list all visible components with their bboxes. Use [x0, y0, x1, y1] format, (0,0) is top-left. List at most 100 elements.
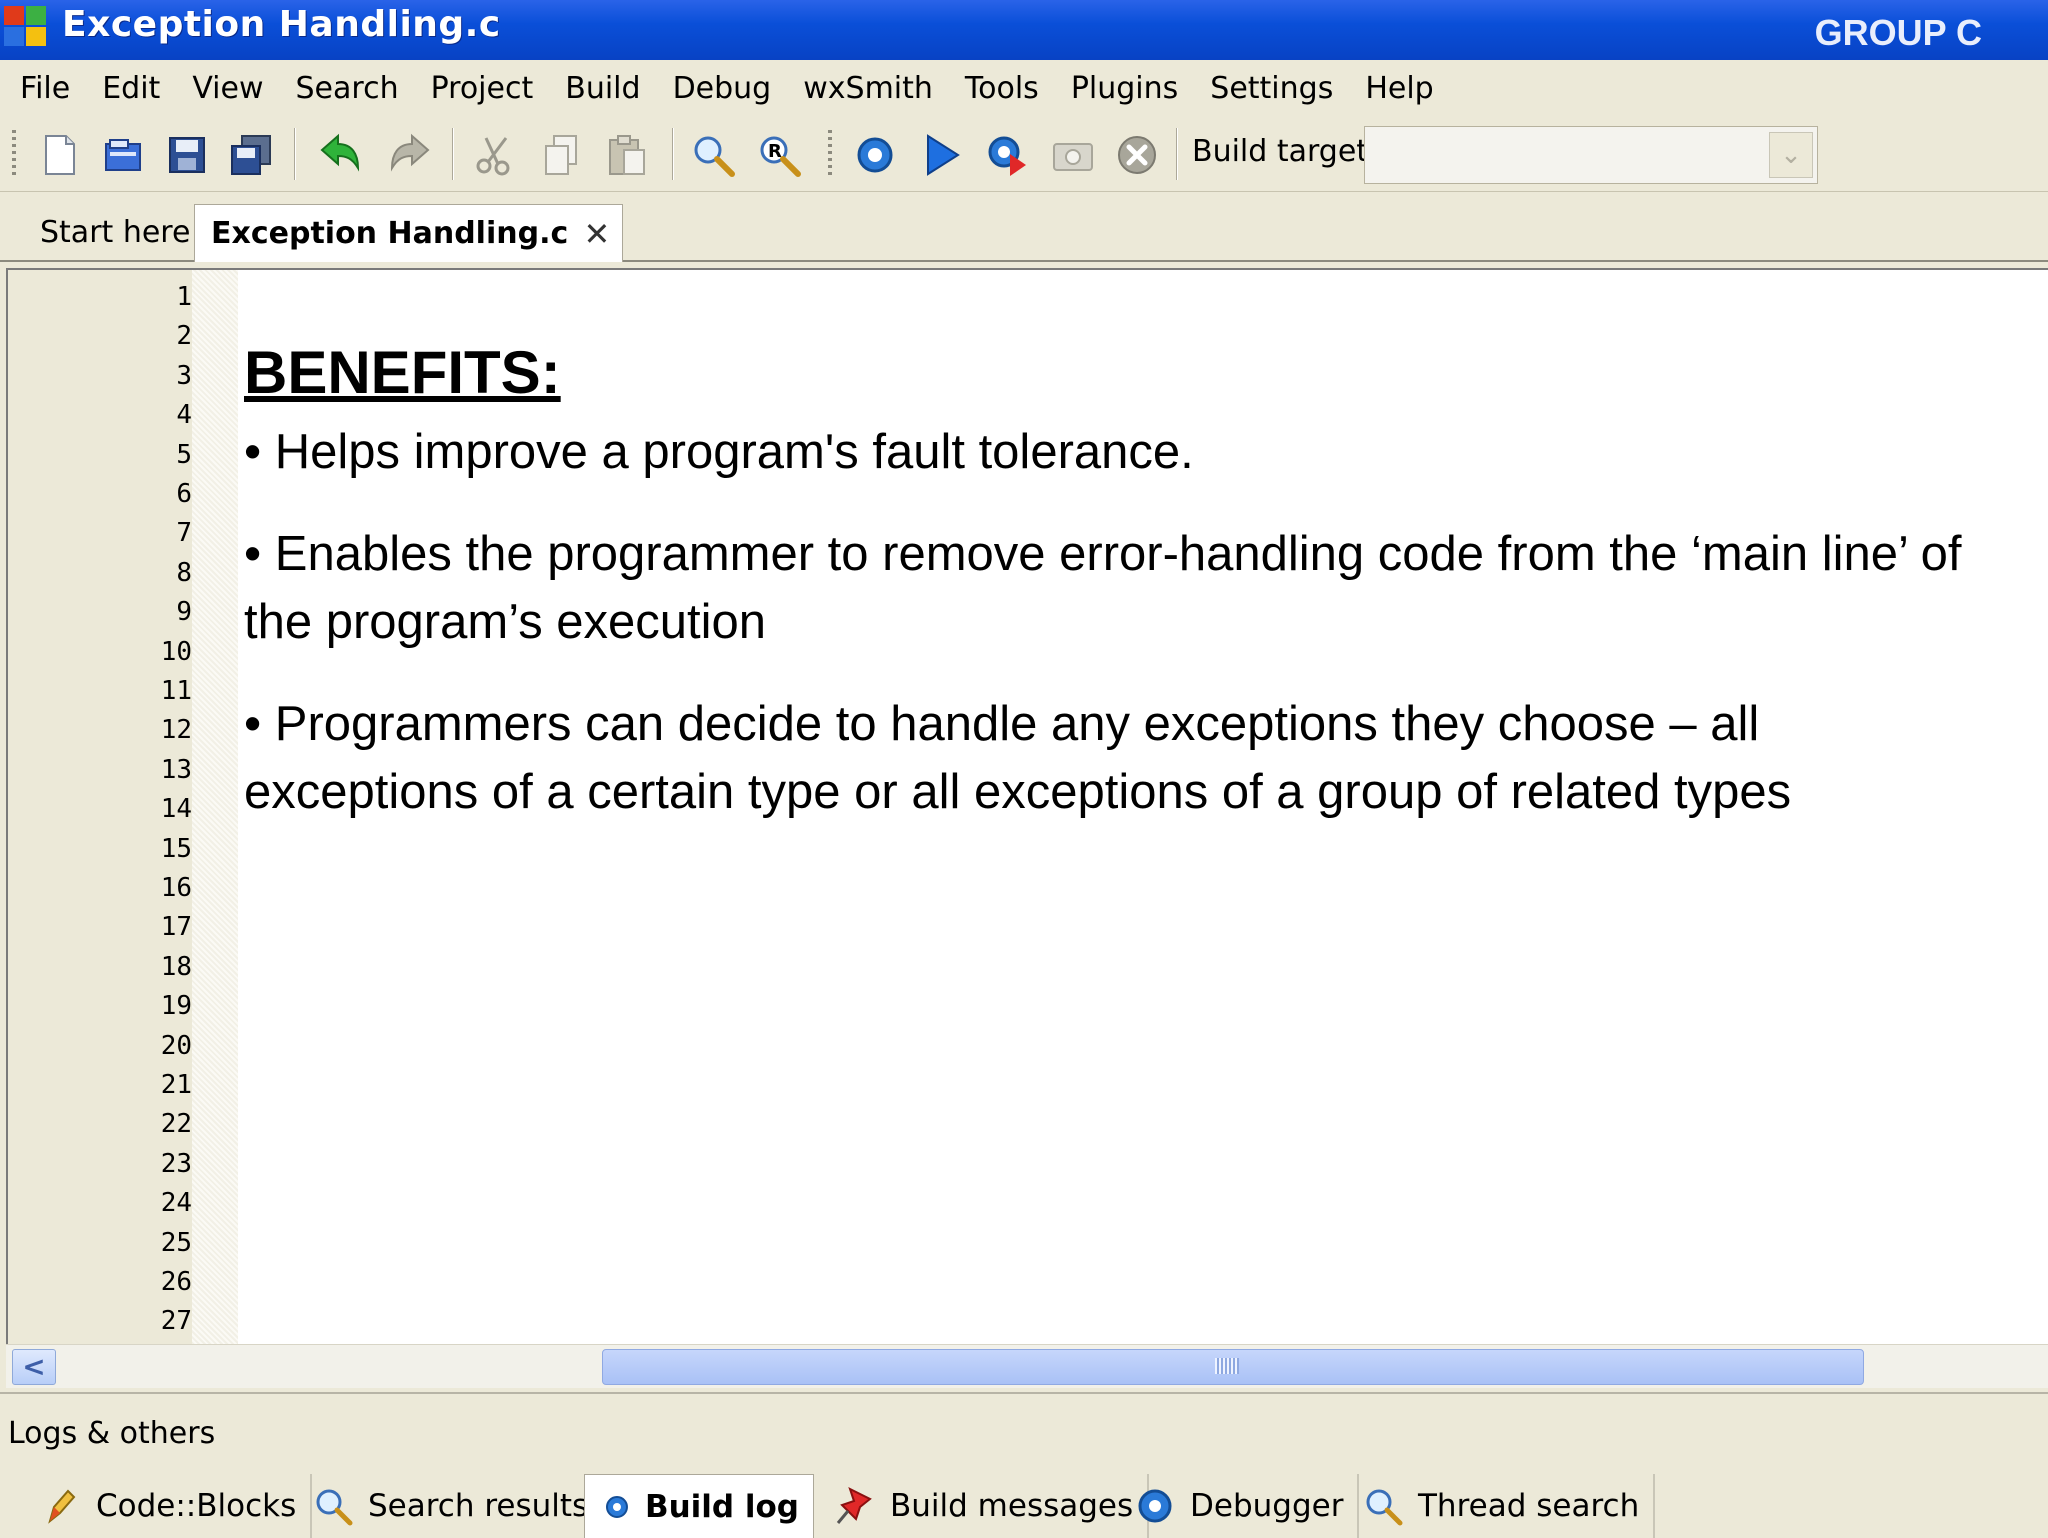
find-icon[interactable] [690, 132, 736, 178]
line-number: 1 [176, 282, 192, 312]
gear-icon [1138, 1489, 1172, 1523]
line-number: 15 [160, 833, 192, 864]
log-tab-label: Debugger [1190, 1488, 1344, 1524]
log-tab-label: Thread search [1418, 1488, 1640, 1524]
line-number: 3 [176, 360, 192, 391]
log-tab-label: Build log [644, 1488, 799, 1525]
line-number-gutter: 1 2 3 4 5 6 7 8 9 10 11 12 13 14 15 16 17 18 19 20 21 22 23 24 2… [8, 270, 192, 1344]
toolbar-separator [452, 128, 454, 180]
build-target-select[interactable]: ⌄ [1364, 126, 1818, 184]
chevron-down-icon[interactable]: ⌄ [1769, 132, 1813, 178]
line-number: 25 [160, 1227, 192, 1258]
copy-icon[interactable] [538, 132, 584, 178]
scroll-left-arrow-icon[interactable]: < [12, 1349, 56, 1385]
line-number: 22 [160, 1109, 192, 1140]
bullet-item: • Programmers can decide to handle any e… [244, 697, 1792, 819]
code-editor[interactable]: 1 2 3 4 5 6 7 8 9 10 11 12 13 14 15 16 17 18 19 20 21 22 23 24 2… [6, 268, 2048, 1344]
line-number: 27 [160, 1306, 192, 1337]
open-file-icon[interactable] [100, 132, 146, 178]
line-number: 2 [176, 321, 192, 352]
search-icon [316, 1489, 353, 1526]
menu-file[interactable]: File [4, 71, 86, 106]
paste-icon[interactable] [604, 132, 650, 178]
line-number: 19 [160, 991, 192, 1022]
line-number: 20 [160, 1030, 192, 1061]
menu-build[interactable]: Build [549, 71, 656, 106]
horizontal-scrollbar[interactable]: < [6, 1344, 2048, 1388]
scrollbar-thumb[interactable] [602, 1349, 1864, 1385]
tab-build-log[interactable]: Build log [584, 1474, 814, 1538]
menu-bar: File Edit View Search Project Build Debu… [0, 60, 2048, 116]
build-gear-icon[interactable] [852, 132, 898, 178]
pencil-icon [48, 1489, 76, 1524]
build-and-run-icon[interactable] [984, 132, 1030, 178]
toolbar-separator [672, 128, 674, 180]
undo-icon[interactable] [318, 132, 364, 178]
group-label: GROUP C [1814, 12, 1982, 53]
tab-exception-handling[interactable]: Exception Handling.c ✕ [194, 204, 624, 263]
close-icon[interactable]: ✕ [583, 205, 610, 263]
search-icon [1366, 1489, 1403, 1526]
tab-search-results[interactable]: Search results [312, 1474, 605, 1538]
rebuild-icon[interactable] [1050, 132, 1096, 178]
save-icon[interactable] [164, 132, 210, 178]
menu-edit[interactable]: Edit [86, 71, 176, 106]
line-number: 6 [176, 479, 192, 509]
line-number: 17 [160, 912, 192, 943]
line-number: 10 [160, 636, 192, 667]
find-replace-icon[interactable]: R [756, 132, 802, 178]
menu-search[interactable]: Search [280, 71, 415, 106]
gear-icon [605, 1495, 628, 1518]
logs-tab-bar: Code::Blocks Search results Build log Bu… [0, 1474, 2048, 1538]
editor-tab-bar: Start here Exception Handling.c ✕ [0, 192, 2048, 262]
run-icon[interactable] [918, 132, 964, 178]
app-icon [4, 6, 48, 48]
line-number: 14 [160, 794, 192, 825]
line-number: 21 [160, 1070, 192, 1100]
toolbar-separator [294, 128, 296, 180]
tab-debugger[interactable]: Debugger [1134, 1474, 1360, 1538]
toolbar-grip[interactable] [12, 130, 16, 178]
log-tab-label: Build messages [890, 1488, 1134, 1524]
line-number: 7 [176, 518, 192, 549]
log-tab-label: Search results [368, 1488, 589, 1524]
line-number: 26 [160, 1267, 192, 1297]
line-number: 4 [176, 400, 192, 431]
line-number: 13 [160, 754, 192, 785]
toolbar: R Build target: ⌄ [0, 116, 2048, 192]
abort-icon[interactable] [1114, 132, 1160, 178]
new-file-icon[interactable] [36, 132, 82, 178]
menu-debug[interactable]: Debug [657, 71, 788, 106]
menu-settings[interactable]: Settings [1194, 71, 1349, 106]
menu-view[interactable]: View [176, 71, 279, 106]
logs-panel-title: Logs & others [8, 1416, 216, 1451]
menu-plugins[interactable]: Plugins [1055, 71, 1194, 106]
cut-icon[interactable] [472, 132, 518, 178]
heading-benefits: BENEFITS: [244, 339, 561, 406]
menu-tools[interactable]: Tools [949, 71, 1055, 106]
tab-label: Exception Handling.c [211, 216, 569, 251]
line-number: 23 [160, 1148, 192, 1179]
menu-help[interactable]: Help [1349, 71, 1449, 106]
save-all-icon[interactable] [228, 132, 274, 178]
svg-text:R: R [768, 141, 782, 162]
window-title: Exception Handling.c [62, 4, 501, 45]
toolbar-grip[interactable] [828, 130, 832, 178]
line-number: 16 [160, 873, 192, 903]
tab-codeblocks-log[interactable]: Code::Blocks [40, 1474, 313, 1538]
pushpin-icon [836, 1487, 872, 1524]
tab-thread-search[interactable]: Thread search [1362, 1474, 1656, 1538]
menu-project[interactable]: Project [415, 71, 550, 106]
tab-build-messages[interactable]: Build messages [834, 1474, 1150, 1538]
line-number: 9 [176, 597, 192, 628]
bullet-item: • Helps improve a program's fault tolera… [244, 425, 1194, 479]
build-target-label: Build target: [1192, 134, 1379, 169]
line-number: 11 [160, 676, 192, 706]
redo-icon[interactable] [386, 132, 432, 178]
fold-margin [192, 270, 238, 1344]
line-number: 12 [160, 715, 192, 746]
scrollbar-grip [1215, 1358, 1239, 1374]
tab-start-here[interactable]: Start here [24, 204, 206, 262]
log-tab-label: Code::Blocks [96, 1488, 297, 1524]
menu-wxsmith[interactable]: wxSmith [787, 71, 949, 106]
